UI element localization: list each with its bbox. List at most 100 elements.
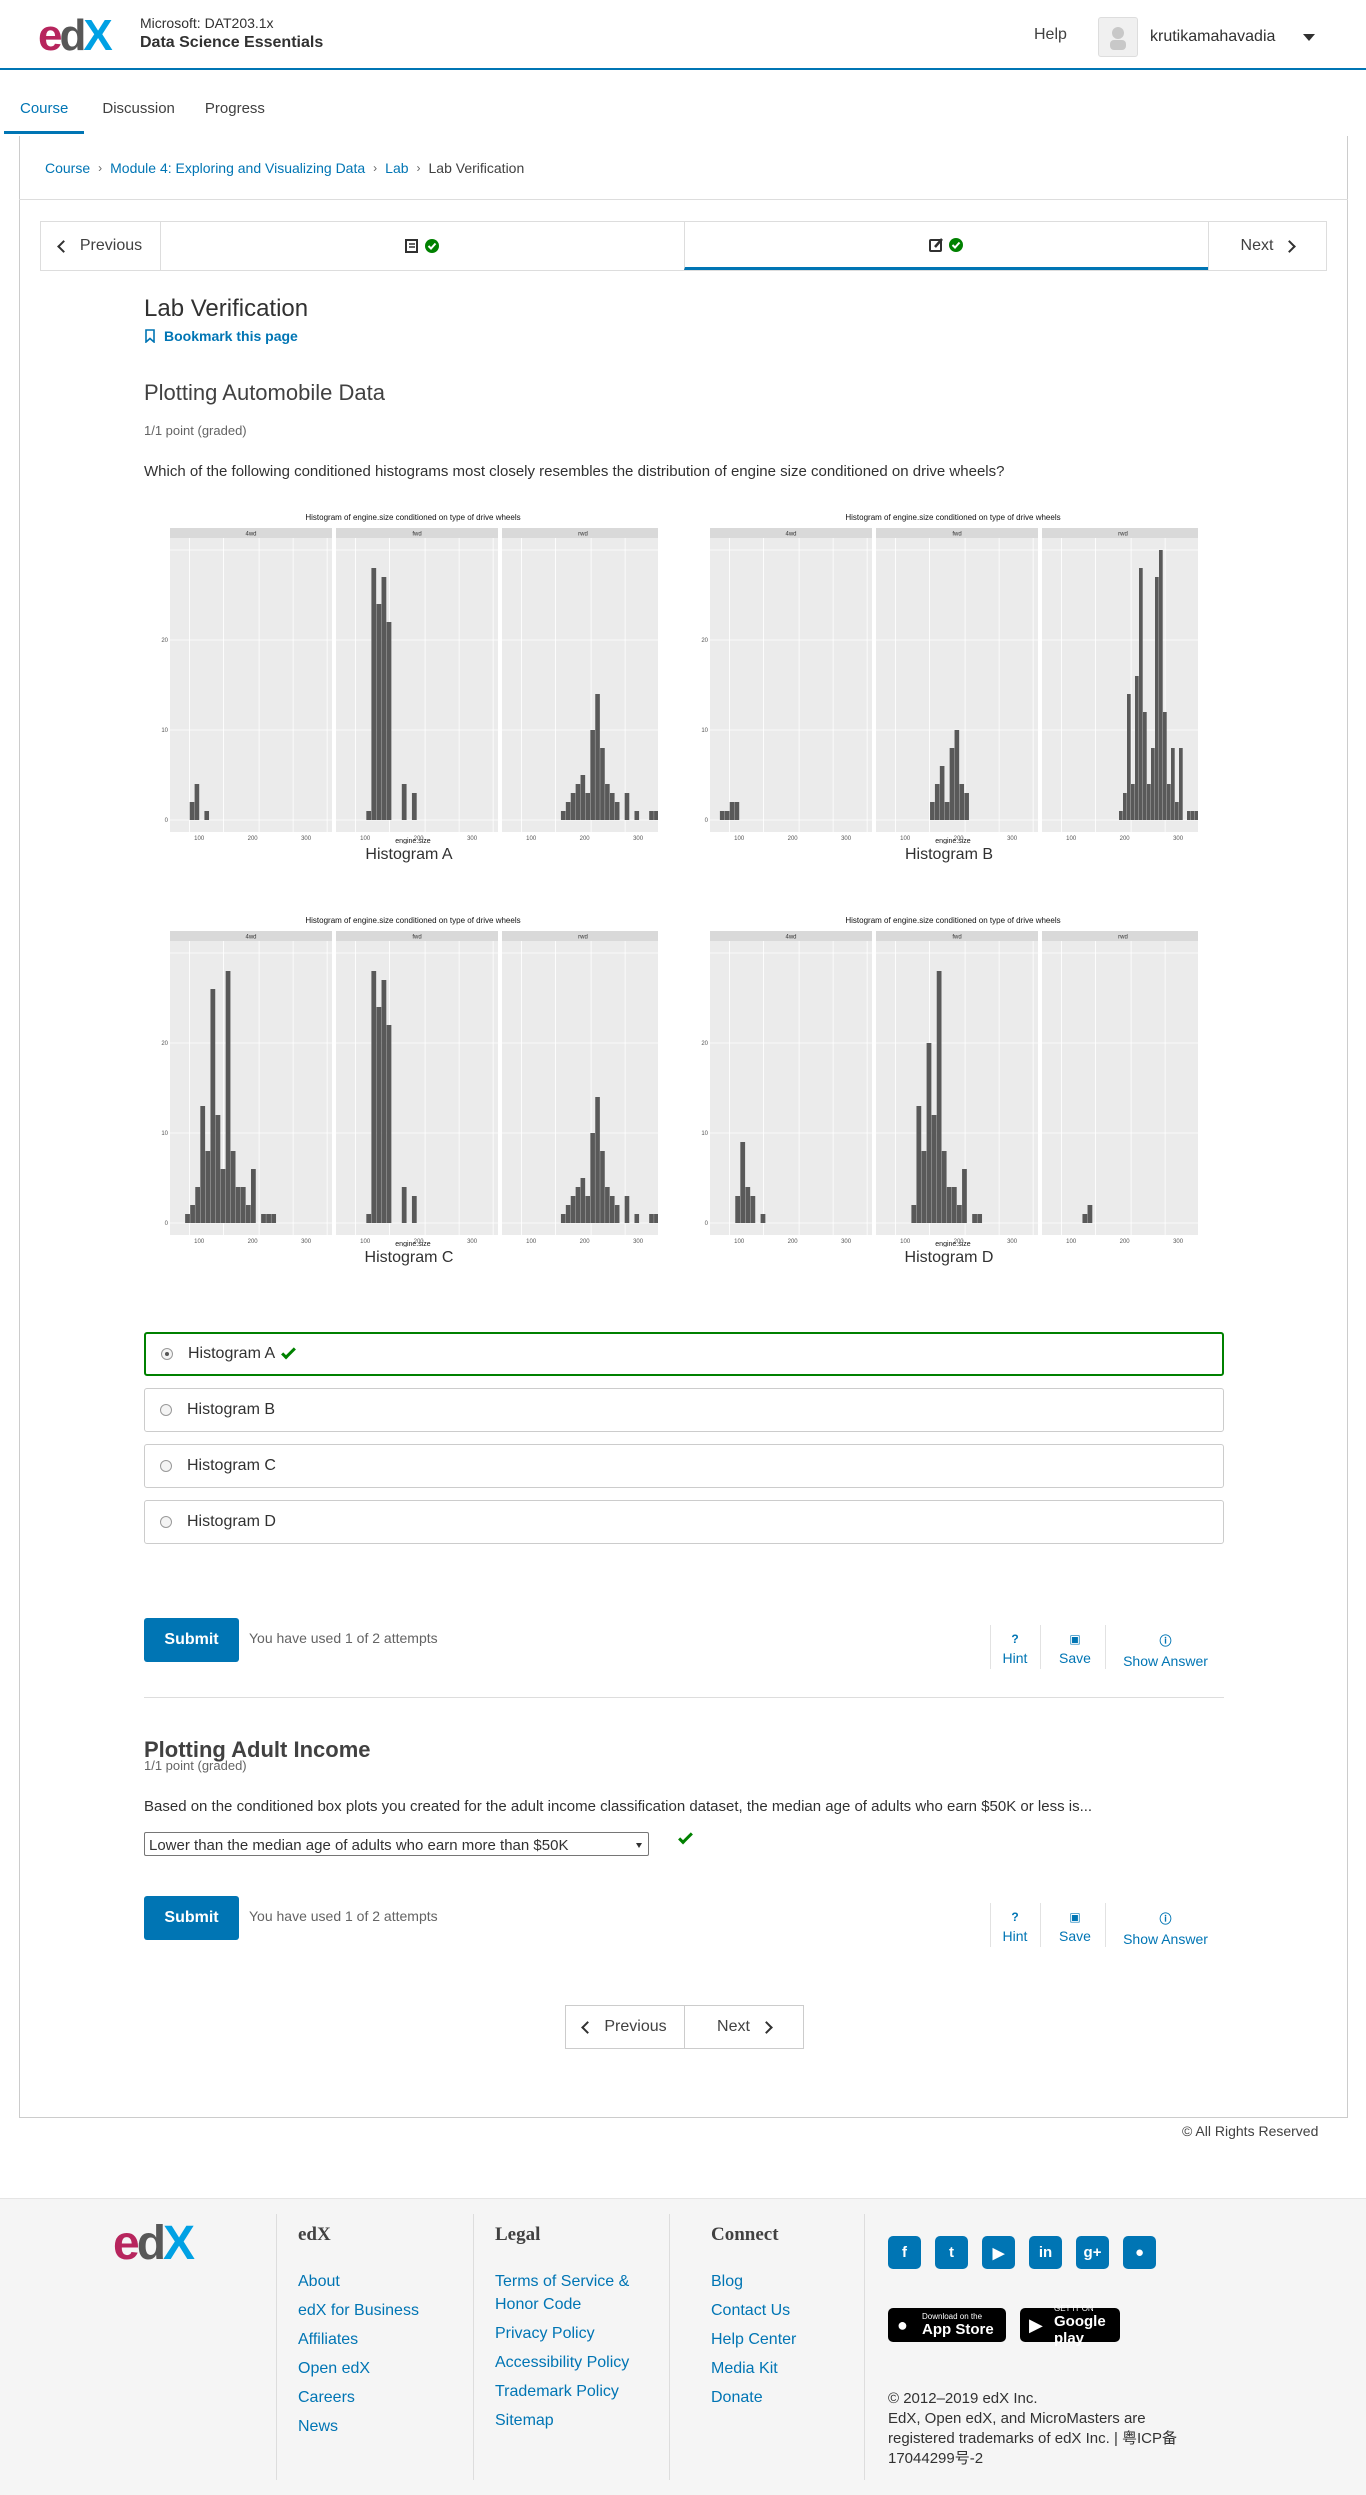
footer-link-sitemap[interactable]: Sitemap	[495, 2409, 629, 2432]
footer-link-terms[interactable]: Terms of Service & Honor Code	[495, 2270, 629, 2316]
app-store-button[interactable]: ● Download on the App Store	[888, 2308, 1006, 2342]
footer-link-about[interactable]: About	[298, 2270, 419, 2293]
footer-link-trademark[interactable]: Trademark Policy	[495, 2380, 629, 2403]
histogram-bar	[1175, 802, 1179, 820]
histogram-bar	[225, 971, 231, 1223]
chevron-right-icon	[760, 2020, 773, 2034]
footer-connect-links: Blog Contact Us Help Center Media Kit Do…	[711, 2270, 796, 2415]
tab-progress[interactable]: Progress	[205, 70, 265, 134]
footer-link-blog[interactable]: Blog	[711, 2270, 796, 2293]
footer-link-contact[interactable]: Contact Us	[711, 2299, 796, 2322]
breadcrumb-module[interactable]: Module 4: Exploring and Visualizing Data	[110, 160, 365, 176]
reddit-icon[interactable]: ●	[1123, 2236, 1156, 2269]
x-tick-label: 300	[1173, 836, 1184, 842]
histogram-bar	[964, 793, 969, 820]
choice-histogram-c[interactable]: Histogram C	[144, 1444, 1224, 1488]
chevron-down-icon[interactable]	[1303, 33, 1316, 41]
radio-button[interactable]	[161, 1348, 173, 1360]
histogram-bar	[235, 1187, 241, 1223]
radio-button[interactable]	[160, 1404, 172, 1416]
histogram-bar	[190, 1205, 195, 1223]
sequence-tab-reading[interactable]	[161, 222, 684, 270]
previous-label: Previous	[604, 2018, 667, 2035]
edx-logo[interactable]: edX	[38, 14, 113, 58]
histogram-bar	[266, 1214, 271, 1223]
hint-button[interactable]: ? Hint	[995, 1910, 1035, 1944]
histogram-a-plot: Histogram of engine.size conditioned on …	[160, 510, 658, 844]
x-tick-label: 200	[580, 836, 591, 842]
submit-button[interactable]: Submit	[144, 1618, 239, 1662]
x-tick-label: 100	[526, 1239, 537, 1245]
choice-histogram-d[interactable]: Histogram D	[144, 1500, 1224, 1544]
previous-button[interactable]: Previous	[41, 222, 161, 270]
histogram-bar	[1195, 811, 1198, 820]
google-plus-icon[interactable]: g+	[1076, 2236, 1109, 2269]
divider	[276, 2214, 277, 2480]
footer-link-open-edx[interactable]: Open edX	[298, 2357, 419, 2380]
histogram-bar	[957, 1205, 962, 1223]
footer-link-media-kit[interactable]: Media Kit	[711, 2357, 796, 2380]
bookmark-button[interactable]: Bookmark this page	[144, 328, 298, 344]
tab-discussion[interactable]: Discussion	[102, 70, 175, 134]
tab-course[interactable]: Course	[4, 70, 85, 134]
footer-link-affiliates[interactable]: Affiliates	[298, 2328, 419, 2351]
divider	[990, 1903, 991, 1947]
show-answer-button[interactable]: ⓘ Show Answer	[1118, 1910, 1213, 1947]
histogram-bar	[595, 1097, 600, 1223]
histogram-bar	[634, 811, 640, 820]
save-button[interactable]: ▣ Save	[1055, 1910, 1095, 1944]
divider	[19, 199, 1348, 200]
footer-link-news[interactable]: News	[298, 2415, 419, 2438]
histogram-bar	[1123, 793, 1127, 820]
next-button[interactable]: Next	[684, 2006, 803, 2048]
histogram-bar	[215, 1115, 221, 1223]
twitter-icon[interactable]: t	[935, 2236, 968, 2269]
footer-link-edx-for-business[interactable]: edX for Business	[298, 2299, 419, 2322]
linkedin-icon[interactable]: in	[1029, 2236, 1062, 2269]
facebook-icon[interactable]: f	[888, 2236, 921, 2269]
sequence-tab-problem[interactable]	[684, 222, 1208, 270]
submit-button[interactable]: Submit	[144, 1896, 239, 1940]
x-tick-label: 100	[194, 1239, 205, 1245]
unit-title: Lab Verification	[144, 295, 309, 322]
answer-select[interactable]: Lower than the median age of adults who …	[144, 1832, 649, 1856]
footer-link-careers[interactable]: Careers	[298, 2386, 419, 2409]
help-link[interactable]: Help	[1034, 26, 1067, 44]
breadcrumb-lab[interactable]: Lab	[385, 160, 408, 176]
choice-histogram-a[interactable]: Histogram A	[144, 1332, 1224, 1376]
histogram-bar	[590, 730, 595, 820]
google-play-button[interactable]: ▶ GET IT ON Google play	[1020, 2304, 1120, 2347]
next-button[interactable]: Next	[1208, 222, 1326, 270]
radio-button[interactable]	[160, 1516, 172, 1528]
histogram-bar	[1151, 748, 1155, 820]
apple-icon: ●	[897, 2315, 908, 2335]
histogram-bar	[560, 1214, 566, 1223]
footer-link-donate[interactable]: Donate	[711, 2386, 796, 2409]
x-tick-label: 200	[248, 1239, 259, 1245]
x-tick-label: 300	[633, 836, 644, 842]
histogram-bar	[634, 1214, 640, 1223]
histogram-bar	[204, 811, 210, 820]
youtube-icon[interactable]: ▶	[982, 2236, 1015, 2269]
histogram-bar	[735, 1196, 741, 1223]
save-button[interactable]: ▣ Save	[1055, 1632, 1095, 1666]
footer-edx-logo[interactable]: edX	[113, 2220, 195, 2268]
divider	[1040, 1903, 1041, 1947]
facet-panel	[710, 538, 872, 832]
hint-button[interactable]: ? Hint	[995, 1632, 1035, 1666]
histogram-bar	[962, 1169, 967, 1223]
previous-button[interactable]: Previous	[566, 2006, 684, 2048]
choice-histogram-b[interactable]: Histogram B	[144, 1388, 1224, 1432]
histogram-bar	[366, 811, 372, 820]
footer-link-privacy[interactable]: Privacy Policy	[495, 2322, 629, 2345]
histogram-c-plot: Histogram of engine.size conditioned on …	[160, 913, 658, 1247]
user-menu[interactable]: krutikamahavadia	[1098, 17, 1316, 57]
x-tick-label: 300	[301, 1239, 312, 1245]
problem-grade: 1/1 point (graded)	[144, 423, 247, 438]
footer-link-accessibility[interactable]: Accessibility Policy	[495, 2351, 629, 2374]
breadcrumb-course[interactable]: Course	[45, 160, 90, 176]
radio-button[interactable]	[160, 1460, 172, 1472]
footer-link-help-center[interactable]: Help Center	[711, 2328, 796, 2351]
show-answer-button[interactable]: ⓘ Show Answer	[1118, 1632, 1213, 1669]
histogram-bar	[1163, 712, 1167, 820]
